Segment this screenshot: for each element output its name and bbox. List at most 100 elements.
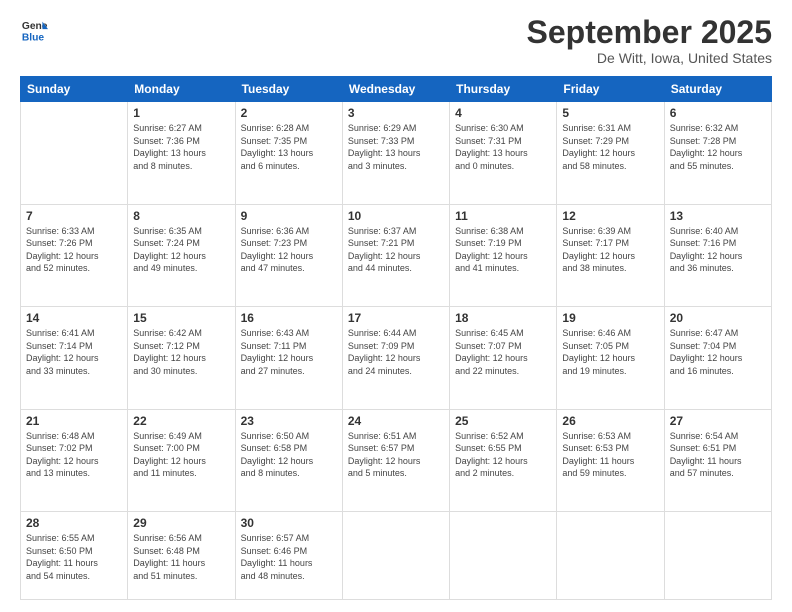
day-info: Sunrise: 6:33 AM Sunset: 7:26 PM Dayligh… [26, 225, 122, 275]
header-sunday: Sunday [21, 77, 128, 102]
day-number: 29 [133, 516, 229, 530]
day-info: Sunrise: 6:43 AM Sunset: 7:11 PM Dayligh… [241, 327, 337, 377]
generalblue-logo-icon: General Blue [20, 16, 48, 44]
day-number: 30 [241, 516, 337, 530]
day-number: 7 [26, 209, 122, 223]
day-number: 1 [133, 106, 229, 120]
day-info: Sunrise: 6:53 AM Sunset: 6:53 PM Dayligh… [562, 430, 658, 480]
table-row: 18 Sunrise: 6:45 AM Sunset: 7:07 PM Dayli… [450, 307, 557, 410]
day-info: Sunrise: 6:48 AM Sunset: 7:02 PM Dayligh… [26, 430, 122, 480]
table-row: 22 Sunrise: 6:49 AM Sunset: 7:00 PM Dayli… [128, 409, 235, 512]
day-info: Sunrise: 6:42 AM Sunset: 7:12 PM Dayligh… [133, 327, 229, 377]
day-info: Sunrise: 6:41 AM Sunset: 7:14 PM Dayligh… [26, 327, 122, 377]
header-saturday: Saturday [664, 77, 771, 102]
day-number: 14 [26, 311, 122, 325]
day-number: 6 [670, 106, 766, 120]
day-number: 13 [670, 209, 766, 223]
day-info: Sunrise: 6:32 AM Sunset: 7:28 PM Dayligh… [670, 122, 766, 172]
day-info: Sunrise: 6:37 AM Sunset: 7:21 PM Dayligh… [348, 225, 444, 275]
table-row: 1 Sunrise: 6:27 AM Sunset: 7:36 PM Daylig… [128, 102, 235, 205]
day-info: Sunrise: 6:27 AM Sunset: 7:36 PM Dayligh… [133, 122, 229, 172]
table-row: 15 Sunrise: 6:42 AM Sunset: 7:12 PM Dayli… [128, 307, 235, 410]
day-number: 26 [562, 414, 658, 428]
table-row: 27 Sunrise: 6:54 AM Sunset: 6:51 PM Dayli… [664, 409, 771, 512]
day-number: 3 [348, 106, 444, 120]
header-monday: Monday [128, 77, 235, 102]
day-info: Sunrise: 6:49 AM Sunset: 7:00 PM Dayligh… [133, 430, 229, 480]
table-row: 16 Sunrise: 6:43 AM Sunset: 7:11 PM Dayli… [235, 307, 342, 410]
day-info: Sunrise: 6:40 AM Sunset: 7:16 PM Dayligh… [670, 225, 766, 275]
day-number: 18 [455, 311, 551, 325]
table-row: 23 Sunrise: 6:50 AM Sunset: 6:58 PM Dayli… [235, 409, 342, 512]
table-row: 13 Sunrise: 6:40 AM Sunset: 7:16 PM Dayli… [664, 204, 771, 307]
table-row: 17Sunrise: 6:44 AM Sunset: 7:09 PM Dayli… [342, 307, 449, 410]
day-info: Sunrise: 6:39 AM Sunset: 7:17 PM Dayligh… [562, 225, 658, 275]
day-number: 16 [241, 311, 337, 325]
table-row [557, 512, 664, 600]
table-row: 29 Sunrise: 6:56 AM Sunset: 6:48 PM Dayli… [128, 512, 235, 600]
day-number: 4 [455, 106, 551, 120]
location: De Witt, Iowa, United States [527, 50, 772, 66]
day-info: Sunrise: 6:56 AM Sunset: 6:48 PM Dayligh… [133, 532, 229, 582]
title-section: September 2025 De Witt, Iowa, United Sta… [527, 16, 772, 66]
page: General Blue September 2025 De Witt, Iow… [0, 0, 792, 612]
day-number: 20 [670, 311, 766, 325]
calendar-header-row: Sunday Monday Tuesday Wednesday Thursday… [21, 77, 772, 102]
day-number: 25 [455, 414, 551, 428]
day-number: 22 [133, 414, 229, 428]
day-info: Sunrise: 6:45 AM Sunset: 7:07 PM Dayligh… [455, 327, 551, 377]
day-info: Sunrise: 6:35 AM Sunset: 7:24 PM Dayligh… [133, 225, 229, 275]
logo: General Blue [20, 16, 48, 44]
top-section: General Blue September 2025 De Witt, Iow… [20, 16, 772, 66]
table-row: 11 Sunrise: 6:38 AM Sunset: 7:19 PM Dayli… [450, 204, 557, 307]
day-number: 8 [133, 209, 229, 223]
table-row [21, 102, 128, 205]
day-number: 12 [562, 209, 658, 223]
header-wednesday: Wednesday [342, 77, 449, 102]
table-row: 19 Sunrise: 6:46 AM Sunset: 7:05 PM Dayli… [557, 307, 664, 410]
table-row: 12 Sunrise: 6:39 AM Sunset: 7:17 PM Dayli… [557, 204, 664, 307]
day-info: Sunrise: 6:47 AM Sunset: 7:04 PM Dayligh… [670, 327, 766, 377]
table-row [342, 512, 449, 600]
table-row: 3 Sunrise: 6:29 AM Sunset: 7:33 PM Daylig… [342, 102, 449, 205]
table-row: 9 Sunrise: 6:36 AM Sunset: 7:23 PM Daylig… [235, 204, 342, 307]
calendar-table: Sunday Monday Tuesday Wednesday Thursday… [20, 76, 772, 600]
month-title: September 2025 [527, 16, 772, 48]
day-info: Sunrise: 6:57 AM Sunset: 6:46 PM Dayligh… [241, 532, 337, 582]
header-thursday: Thursday [450, 77, 557, 102]
table-row: 24 Sunrise: 6:51 AM Sunset: 6:57 PM Dayli… [342, 409, 449, 512]
table-row: 14 Sunrise: 6:41 AM Sunset: 7:14 PM Dayli… [21, 307, 128, 410]
day-number: 10 [348, 209, 444, 223]
day-number: 21 [26, 414, 122, 428]
table-row: 8 Sunrise: 6:35 AM Sunset: 7:24 PM Daylig… [128, 204, 235, 307]
day-number: 11 [455, 209, 551, 223]
table-row: 26 Sunrise: 6:53 AM Sunset: 6:53 PM Dayli… [557, 409, 664, 512]
day-number: 2 [241, 106, 337, 120]
day-number: 17 [348, 311, 444, 325]
day-info: Sunrise: 6:55 AM Sunset: 6:50 PM Dayligh… [26, 532, 122, 582]
day-info: Sunrise: 6:36 AM Sunset: 7:23 PM Dayligh… [241, 225, 337, 275]
day-info: Sunrise: 6:51 AM Sunset: 6:57 PM Dayligh… [348, 430, 444, 480]
table-row: 2Sunrise: 6:28 AM Sunset: 7:35 PM Daylig… [235, 102, 342, 205]
table-row: 21 Sunrise: 6:48 AM Sunset: 7:02 PM Dayli… [21, 409, 128, 512]
table-row: 6 Sunrise: 6:32 AM Sunset: 7:28 PM Daylig… [664, 102, 771, 205]
day-info: Sunrise: 6:54 AM Sunset: 6:51 PM Dayligh… [670, 430, 766, 480]
day-number: 27 [670, 414, 766, 428]
day-info: Sunrise: 6:50 AM Sunset: 6:58 PM Dayligh… [241, 430, 337, 480]
table-row: 30 Sunrise: 6:57 AM Sunset: 6:46 PM Dayli… [235, 512, 342, 600]
day-number: 9 [241, 209, 337, 223]
day-info: Sunrise: 6:38 AM Sunset: 7:19 PM Dayligh… [455, 225, 551, 275]
day-number: 24 [348, 414, 444, 428]
table-row: 7 Sunrise: 6:33 AM Sunset: 7:26 PM Daylig… [21, 204, 128, 307]
day-number: 28 [26, 516, 122, 530]
day-number: 19 [562, 311, 658, 325]
table-row [664, 512, 771, 600]
day-number: 23 [241, 414, 337, 428]
day-info: Sunrise: 6:29 AM Sunset: 7:33 PM Dayligh… [348, 122, 444, 172]
table-row: 5Sunrise: 6:31 AM Sunset: 7:29 PM Daylig… [557, 102, 664, 205]
day-number: 15 [133, 311, 229, 325]
day-info: Sunrise: 6:46 AM Sunset: 7:05 PM Dayligh… [562, 327, 658, 377]
day-number: 5 [562, 106, 658, 120]
day-info: Sunrise: 6:52 AM Sunset: 6:55 PM Dayligh… [455, 430, 551, 480]
header-friday: Friday [557, 77, 664, 102]
